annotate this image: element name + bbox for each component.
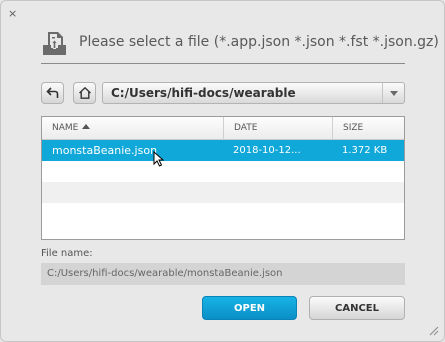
path-dropdown[interactable]: C:/Users/hifi-docs/wearable <box>102 82 405 104</box>
file-name-label: File name: <box>41 248 93 259</box>
file-open-dialog: × Please select a file (*.app.json *.jso… <box>0 0 445 342</box>
file-name-field[interactable] <box>41 263 405 285</box>
file-upload-icon <box>41 29 69 57</box>
home-icon <box>79 86 91 99</box>
chevron-down-icon[interactable] <box>382 83 404 103</box>
back-arrow-icon <box>46 87 59 98</box>
resize-grip-icon[interactable] <box>427 324 439 336</box>
file-date-cell: 2018-10-12... <box>233 145 301 156</box>
sort-ascending-icon <box>82 124 91 129</box>
column-header-date[interactable]: DATE <box>223 117 332 140</box>
file-size-cell: 1.372 KB <box>342 145 388 156</box>
empty-row <box>42 203 404 224</box>
mouse-cursor-icon <box>153 151 165 167</box>
cancel-button[interactable]: CANCEL <box>309 296 405 320</box>
back-button[interactable] <box>41 82 64 104</box>
file-list-header: NAME DATE SIZE <box>42 117 404 140</box>
file-list: NAME DATE SIZE monstaBeanie.json 2018-10… <box>41 116 405 240</box>
file-row[interactable]: monstaBeanie.json 2018-10-12... 1.372 KB <box>42 140 404 161</box>
current-path: C:/Users/hifi-docs/wearable <box>111 86 296 100</box>
file-name-cell: monstaBeanie.json <box>52 144 158 157</box>
dialog-header: Please select a file (*.app.json *.json … <box>41 29 439 59</box>
open-button[interactable]: OPEN <box>202 296 297 320</box>
empty-row <box>42 182 404 203</box>
close-icon[interactable]: × <box>8 8 19 19</box>
home-button[interactable] <box>73 82 96 104</box>
header-divider <box>41 63 405 64</box>
dialog-title: Please select a file (*.app.json *.json … <box>79 34 439 50</box>
empty-row <box>42 161 404 182</box>
column-header-name[interactable]: NAME <box>42 117 223 140</box>
column-header-size[interactable]: SIZE <box>332 117 404 140</box>
